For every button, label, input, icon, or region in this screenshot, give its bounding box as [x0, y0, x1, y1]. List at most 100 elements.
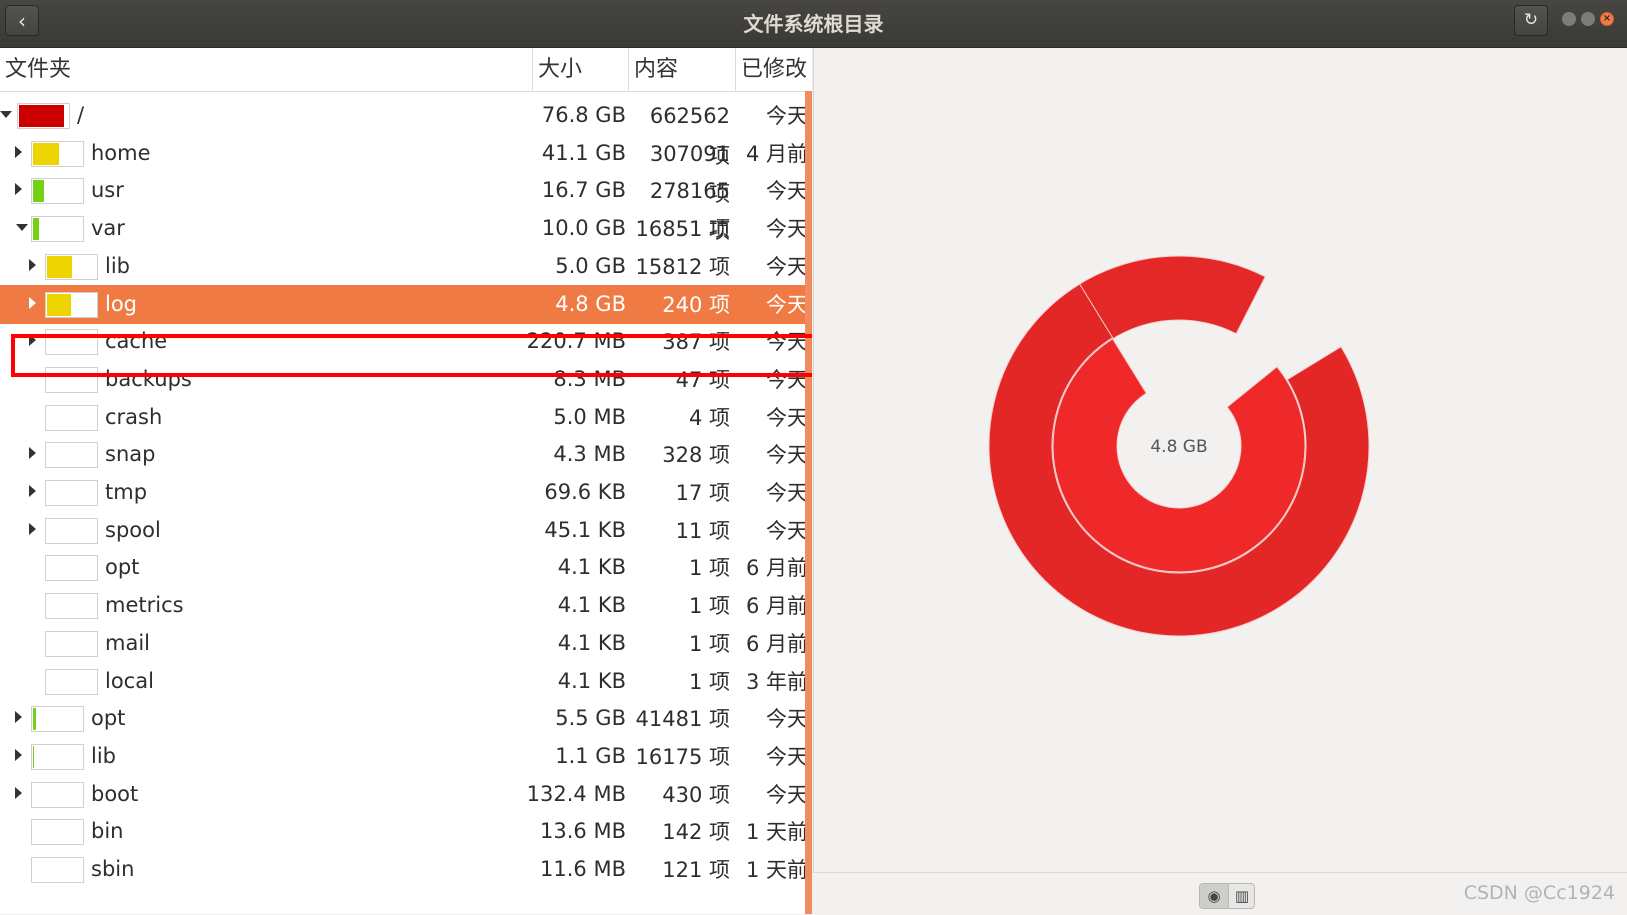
usage-bar-fill: [47, 294, 71, 316]
treemap-button[interactable]: ▥: [1228, 884, 1255, 908]
expander-collapsed-icon[interactable]: [29, 447, 36, 459]
expander-expanded-icon[interactable]: [0, 111, 12, 118]
folder-size: 10.0 GB: [520, 209, 626, 247]
folder-contents: 17 项: [630, 473, 730, 513]
tree-row[interactable]: mail4.1 KB1 项6 月前: [0, 624, 812, 663]
expander-collapsed-icon[interactable]: [29, 523, 36, 535]
usage-bar: [45, 405, 98, 431]
tree-row[interactable]: log4.8 GB240 项今天: [0, 285, 812, 324]
expander-collapsed-icon[interactable]: [15, 183, 22, 195]
usage-bar: [45, 442, 98, 468]
folder-name: mail: [105, 624, 150, 662]
tree-row[interactable]: local4.1 KB1 项3 年前: [0, 662, 812, 701]
expander-collapsed-icon[interactable]: [15, 711, 22, 723]
usage-bar: [31, 141, 84, 167]
folder-modified: 1 天前: [736, 812, 808, 852]
folder-modified: 今天: [736, 435, 808, 475]
tree-row[interactable]: lib1.1 GB16175 项今天: [0, 737, 812, 776]
tree-row[interactable]: boot132.4 MB430 项今天: [0, 775, 812, 814]
tree-row[interactable]: crash5.0 MB4 项今天: [0, 398, 812, 437]
folder-modified: 今天: [736, 775, 808, 815]
folder-modified: 1 天前: [736, 850, 808, 890]
folder-contents: 121 项: [630, 850, 730, 890]
tree-row[interactable]: spool45.1 KB11 项今天: [0, 511, 812, 550]
expander-expanded-icon[interactable]: [16, 224, 28, 231]
usage-bar-fill: [33, 143, 59, 165]
folder-size: 1.1 GB: [520, 737, 626, 775]
tree-row[interactable]: opt5.5 GB41481 项今天: [0, 699, 812, 738]
folder-name: opt: [91, 699, 125, 737]
window-title: 文件系统根目录: [0, 8, 1627, 37]
maximize-button[interactable]: [1581, 12, 1595, 26]
tree-row[interactable]: opt4.1 KB1 项6 月前: [0, 548, 812, 587]
folder-contents: 240 项: [630, 285, 730, 325]
folder-size: 45.1 KB: [520, 511, 626, 549]
folder-contents: 1 项: [630, 586, 730, 626]
expander-collapsed-icon[interactable]: [29, 297, 36, 309]
usage-bar: [45, 593, 98, 619]
usage-bar-fill: [47, 256, 72, 278]
folder-name: var: [91, 209, 125, 247]
usage-bar-fill: [33, 708, 36, 730]
folder-modified: 今天: [736, 209, 808, 249]
folder-size: 13.6 MB: [520, 812, 626, 850]
usage-bar: [31, 819, 84, 845]
expander-collapsed-icon[interactable]: [15, 146, 22, 158]
column-header-contents[interactable]: 内容: [628, 48, 735, 91]
folder-modified: 3 年前: [736, 662, 808, 702]
folder-name: tmp: [105, 473, 147, 511]
expander-collapsed-icon[interactable]: [29, 485, 36, 497]
minimize-button[interactable]: [1562, 12, 1576, 26]
tree-row[interactable]: snap4.3 MB328 项今天: [0, 435, 812, 474]
status-bar: ◉ ▥ CSDN @Cc1924: [813, 872, 1627, 915]
folder-size: 76.8 GB: [520, 96, 626, 134]
ring-chart-button[interactable]: ◉: [1200, 884, 1228, 908]
folder-size: 11.6 MB: [520, 850, 626, 888]
folder-size: 41.1 GB: [520, 134, 626, 172]
expander-collapsed-icon[interactable]: [15, 749, 22, 761]
tree-row[interactable]: home41.1 GB307091 项4 月前: [0, 134, 812, 173]
folder-name: metrics: [105, 586, 184, 624]
folder-contents: 15812 项: [630, 247, 730, 287]
usage-bar: [17, 103, 70, 129]
usage-bar: [45, 669, 98, 695]
folder-modified: 今天: [736, 699, 808, 739]
tree-row[interactable]: /76.8 GB662562 项今天: [0, 96, 812, 135]
folder-modified: 今天: [736, 171, 808, 211]
scrollbar[interactable]: [805, 91, 812, 914]
ring-segment-log[interactable]: [989, 284, 1369, 636]
title-bar: ‹ 文件系统根目录 ↻ ×: [0, 0, 1627, 48]
folder-modified: 今天: [736, 96, 808, 136]
folder-modified: 今天: [736, 247, 808, 287]
refresh-button[interactable]: ↻: [1514, 5, 1548, 36]
selection-highlight-annotation: [11, 334, 812, 377]
folder-contents: 4 项: [630, 398, 730, 438]
folder-contents: 11 项: [630, 511, 730, 551]
folder-name: lib: [91, 737, 116, 775]
column-header-folder[interactable]: 文件夹: [0, 48, 532, 91]
column-header-modified[interactable]: 已修改: [735, 48, 812, 91]
folder-contents: 1 项: [630, 548, 730, 588]
tree-row[interactable]: usr16.7 GB278165 项今天: [0, 171, 812, 210]
expander-collapsed-icon[interactable]: [15, 787, 22, 799]
disk-usage-ring-chart[interactable]: 4.8 GB: [814, 48, 1627, 872]
folder-contents: 1 项: [630, 624, 730, 664]
tree-row[interactable]: lib5.0 GB15812 项今天: [0, 247, 812, 286]
tree-row[interactable]: metrics4.1 KB1 项6 月前: [0, 586, 812, 625]
tree-row[interactable]: bin13.6 MB142 项1 天前: [0, 812, 812, 851]
folder-tree[interactable]: 文件夹 大小 内容 已修改 /76.8 GB662562 项今天home41.1…: [0, 48, 812, 914]
expander-collapsed-icon[interactable]: [29, 259, 36, 271]
usage-bar: [45, 254, 98, 280]
column-header-size[interactable]: 大小: [532, 48, 628, 91]
tree-row[interactable]: tmp69.6 KB17 项今天: [0, 473, 812, 512]
tree-row[interactable]: sbin11.6 MB121 项1 天前: [0, 850, 812, 889]
usage-bar: [45, 555, 98, 581]
ring-chart-icon: ◉: [1207, 887, 1220, 905]
folder-name: log: [105, 285, 137, 323]
close-button[interactable]: ×: [1600, 12, 1614, 26]
folder-name: snap: [105, 435, 155, 473]
usage-bar-fill: [33, 180, 44, 202]
usage-bar: [31, 178, 84, 204]
tree-row[interactable]: var10.0 GB16851 项今天: [0, 209, 812, 248]
folder-size: 4.3 MB: [520, 435, 626, 473]
